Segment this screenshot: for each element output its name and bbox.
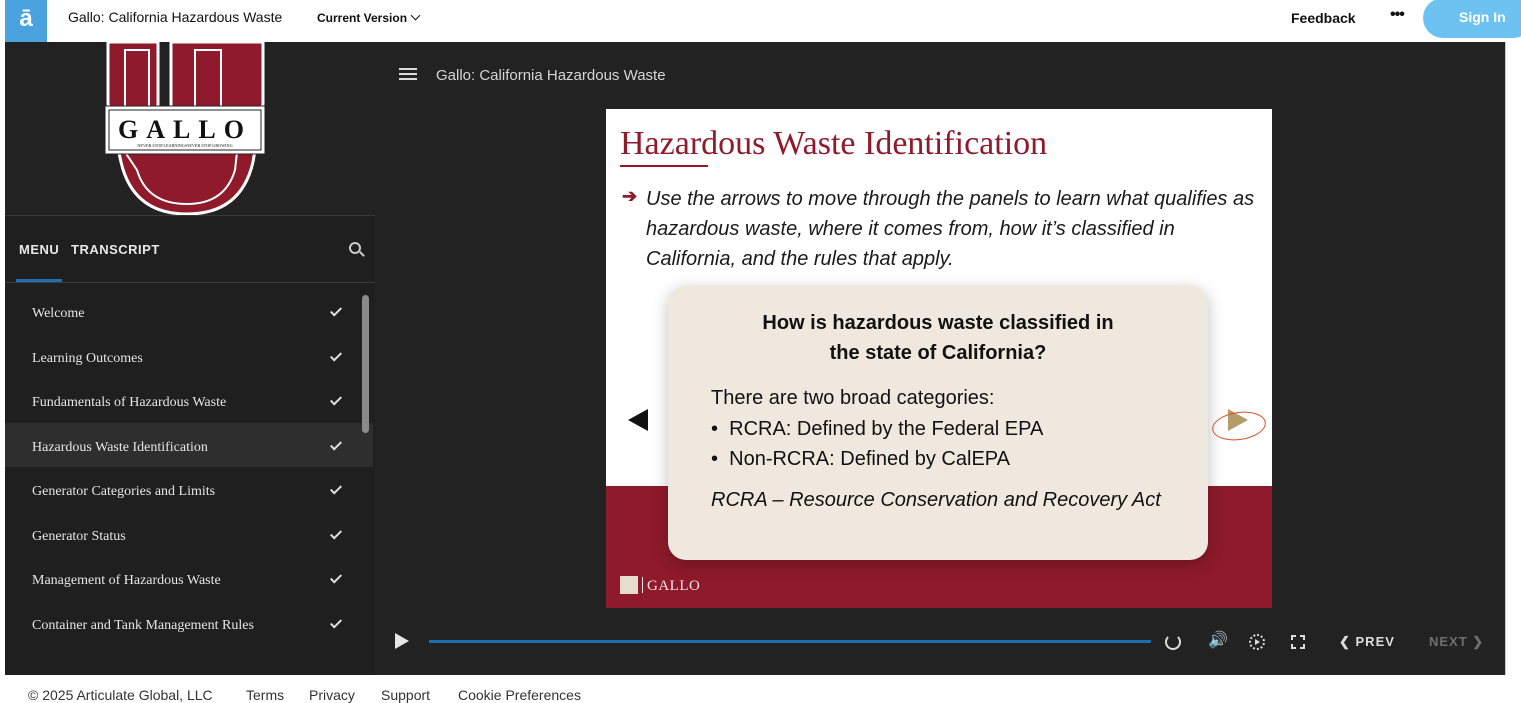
top-bar: ā Gallo: California Hazardous Waste Curr… — [0, 0, 1521, 42]
articulate-logo-icon[interactable]: ā — [5, 0, 47, 42]
card-bullet: • Non-RCRA: Defined by CalEPA — [711, 448, 1010, 470]
version-dropdown[interactable]: Current Version — [317, 10, 421, 25]
checkmark-icon — [329, 304, 343, 317]
sidebar-tabs: MENU TRANSCRIPT — [5, 216, 375, 282]
info-card: How is hazardous waste classified in the… — [668, 286, 1208, 560]
arrow-bullet-icon: ➔ — [622, 186, 638, 206]
menu-item-fundamentals[interactable]: Fundamentals of Hazardous Waste — [5, 378, 373, 423]
checkmark-icon — [329, 615, 343, 629]
gallo-mark-icon — [620, 576, 638, 594]
menu-item-label: Hazardous Waste Identification — [32, 439, 208, 455]
title-underline — [620, 165, 708, 167]
menu-item-hazardous-waste-identification[interactable]: Hazardous Waste Identification — [5, 422, 373, 467]
playback-speed-icon[interactable] — [1249, 634, 1265, 650]
lesson-menu: Welcome Learning Outcomes Fundamentals o… — [5, 289, 373, 645]
menu-item-label: Generator Categories and Limits — [32, 484, 216, 499]
hamburger-menu-icon[interactable] — [399, 68, 417, 80]
footer-link-cookie-preferences[interactable]: Cookie Preferences — [458, 687, 581, 703]
menu-item-welcome[interactable]: Welcome — [5, 289, 373, 334]
next-button[interactable]: NEXT ❯ — [1429, 634, 1484, 650]
checkmark-icon — [329, 571, 343, 584]
sign-in-button[interactable]: Sign In — [1423, 0, 1521, 38]
menu-item-label: Management of Hazardous Waste — [32, 573, 221, 588]
fullscreen-icon[interactable] — [1291, 635, 1305, 649]
prev-button[interactable]: ❮ PREV — [1339, 634, 1395, 650]
slide: Hazardous Waste Identification ➔ Use the… — [606, 109, 1272, 608]
course-player: GALLO NEVER STOP LEARNING•NEVER STOP GRO… — [5, 40, 1505, 675]
gallo-u-logo-graphic: GALLO NEVER STOP LEARNING•NEVER STOP GRO… — [104, 40, 266, 216]
footer-link-privacy[interactable]: Privacy — [309, 687, 355, 703]
volume-icon[interactable]: 🔊 — [1208, 632, 1228, 650]
slide-title: Hazardous Waste Identification — [620, 125, 1048, 162]
checkmark-icon — [329, 526, 343, 540]
card-note: RCRA – Resource Conservation and Recover… — [711, 489, 1161, 511]
version-label: Current Version — [317, 11, 408, 25]
menu-item-management[interactable]: Management of Hazardous Waste — [5, 556, 373, 601]
search-icon[interactable] — [349, 242, 361, 254]
logo-text: GALLO — [118, 115, 252, 144]
menu-item-label: Fundamentals of Hazardous Waste — [32, 395, 227, 410]
play-icon[interactable] — [395, 633, 409, 649]
checkmark-icon — [329, 482, 343, 495]
copyright: © 2025 Articulate Global, LLC — [28, 687, 213, 703]
card-question-line: How is hazardous waste classified in — [762, 312, 1114, 334]
prev-label: PREV — [1355, 634, 1395, 649]
card-bullet-text: Non-RCRA: Defined by CalEPA — [729, 448, 1010, 470]
course-title: Gallo: California Hazardous Waste — [68, 9, 283, 25]
menu-item-label: Container and Tank Management Rules — [32, 617, 254, 633]
highlight-circle — [1210, 408, 1268, 444]
menu-item-learning-outcomes[interactable]: Learning Outcomes — [5, 334, 373, 379]
checkmark-icon — [329, 437, 343, 451]
page-scrollbar-track — [1505, 42, 1521, 675]
gallo-u-logo: GALLO NEVER STOP LEARNING•NEVER STOP GRO… — [5, 40, 375, 216]
divider — [5, 282, 375, 283]
card-question: How is hazardous waste classified in the… — [668, 308, 1208, 368]
panel-prev-arrow-icon[interactable] — [628, 409, 648, 431]
tab-transcript[interactable]: TRANSCRIPT — [71, 242, 160, 257]
card-bullet-text: RCRA: Defined by the Federal EPA — [729, 418, 1044, 440]
slide-instructions: Use the arrows to move through the panel… — [646, 188, 1255, 270]
menu-item-label: Generator Status — [32, 528, 126, 544]
more-options-icon[interactable]: ••• — [1390, 6, 1405, 24]
logo-tagline: NEVER STOP LEARNING•NEVER STOP GROWING — [137, 143, 232, 148]
card-bullet: • RCRA: Defined by the Federal EPA — [711, 418, 1044, 440]
player-title: Gallo: California Hazardous Waste — [436, 67, 666, 84]
menu-item-container-tank[interactable]: Container and Tank Management Rules — [5, 601, 373, 646]
menu-item-generator-status[interactable]: Generator Status — [5, 512, 373, 557]
footer-link-terms[interactable]: Terms — [246, 687, 284, 703]
card-intro: There are two broad categories: — [711, 387, 995, 409]
progress-bar[interactable] — [429, 640, 1151, 643]
chevron-down-icon — [410, 10, 421, 21]
slide-footer-logo: GALLO — [642, 577, 700, 595]
footer-link-support[interactable]: Support — [381, 687, 430, 703]
next-label: NEXT — [1429, 634, 1468, 649]
checkmark-icon — [329, 348, 343, 362]
checkmark-icon — [329, 393, 343, 406]
menu-scrollbar[interactable] — [362, 295, 369, 433]
page-footer: © 2025 Articulate Global, LLC Terms Priv… — [0, 675, 1521, 703]
menu-item-label: Learning Outcomes — [32, 350, 143, 366]
card-question-line: the state of California? — [829, 342, 1047, 364]
replay-icon[interactable] — [1165, 634, 1181, 650]
menu-item-label: Welcome — [32, 306, 85, 321]
tab-menu[interactable]: MENU — [19, 242, 59, 257]
sidebar: GALLO NEVER STOP LEARNING•NEVER STOP GRO… — [5, 40, 375, 675]
menu-item-generator-categories[interactable]: Generator Categories and Limits — [5, 467, 373, 512]
feedback-button[interactable]: Feedback — [1291, 10, 1356, 26]
